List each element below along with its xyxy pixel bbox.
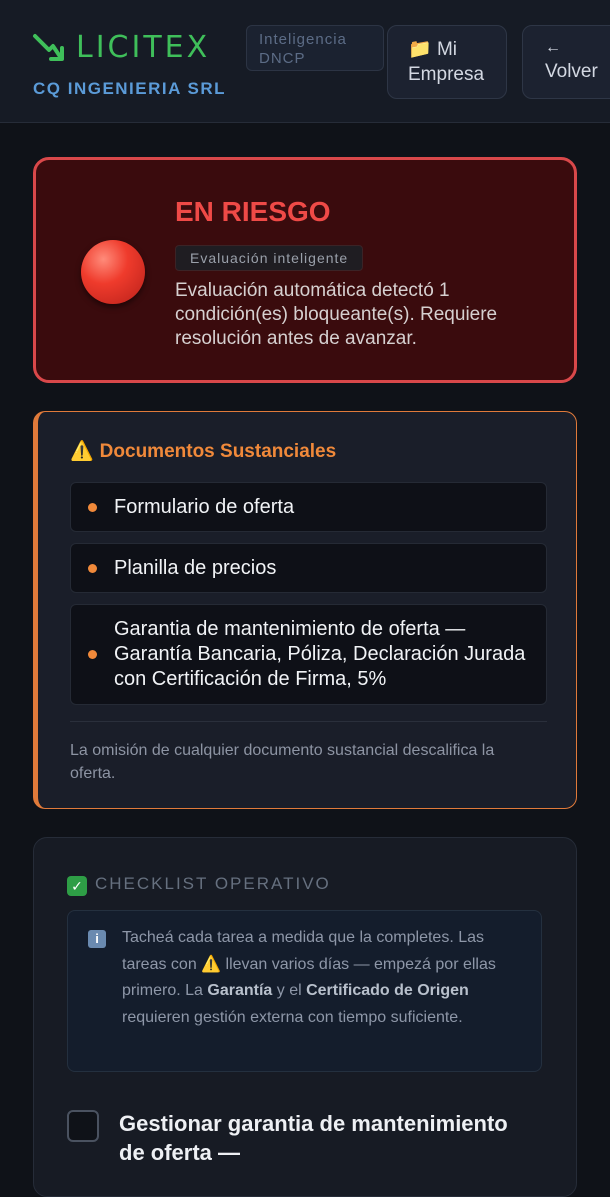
task-checkbox[interactable] bbox=[67, 1110, 99, 1142]
risk-description: Evaluación automática detectó 1 condició… bbox=[175, 280, 498, 349]
back-label: Volver bbox=[545, 61, 598, 82]
substantial-docs-card: ⚠️ Documentos Sustanciales Formulario de … bbox=[33, 411, 577, 809]
empresa-label-1: Mi bbox=[436, 39, 458, 60]
bullet-icon bbox=[88, 564, 97, 573]
app-header: LICITEX CQ INGENIERIA SRL Inteligencia D… bbox=[0, 0, 610, 123]
checklist-card: ✓ CHECKLIST OPERATIVO i Tacheá cada tarea… bbox=[33, 837, 577, 1197]
info-text-bold: Garantía bbox=[207, 982, 273, 999]
info-box: i Tacheá cada tarea a medida que la comp… bbox=[67, 910, 542, 1072]
red-circle-icon bbox=[81, 240, 145, 304]
risk-title: EN RIESGO bbox=[175, 196, 331, 227]
risk-status-card: EN RIESGO Evaluación inteligente Evaluac… bbox=[33, 157, 577, 383]
logo[interactable]: LICITEX bbox=[32, 30, 210, 65]
docs-title: ⚠️ Documentos Sustanciales bbox=[70, 439, 336, 463]
folder-icon: 📁 bbox=[408, 39, 432, 60]
warning-icon: ⚠️ bbox=[70, 441, 94, 462]
info-text-part: requieren gestión externa con tiempo suf… bbox=[122, 1008, 463, 1026]
company-name: CQ INGENIERIA SRL bbox=[33, 79, 226, 98]
warning-icon: ⚠️ bbox=[201, 955, 222, 973]
doc-item-text: Formulario de oferta bbox=[114, 496, 295, 518]
evaluation-badge: Evaluación inteligente bbox=[175, 245, 364, 271]
badge-line-1: Inteligencia bbox=[259, 31, 347, 48]
docs-title-text: Documentos Sustanciales bbox=[99, 441, 337, 462]
mi-empresa-button[interactable]: 📁 Mi Empresa bbox=[387, 25, 507, 99]
bullet-icon bbox=[88, 503, 97, 512]
info-text-part: y el bbox=[272, 982, 307, 999]
checklist-title-text: CHECKLIST OPERATIVO bbox=[95, 874, 331, 893]
task-label[interactable]: Gestionar garantia de mantenimiento de o… bbox=[119, 1109, 519, 1167]
docs-note: La omisión de cualquier documento sustan… bbox=[70, 742, 495, 782]
logo-text: LICITEX bbox=[76, 30, 211, 65]
intelligence-badge: Inteligencia DNCP bbox=[246, 25, 384, 71]
empresa-label-2: Empresa bbox=[408, 64, 485, 85]
info-icon: i bbox=[88, 930, 106, 948]
doc-item: Planilla de precios bbox=[70, 543, 547, 593]
info-text: Tacheá cada tarea a medida que la comple… bbox=[122, 925, 527, 1031]
doc-item: Garantia de mantenimiento de oferta — Ga… bbox=[70, 604, 547, 705]
doc-item: Formulario de oferta bbox=[70, 482, 547, 532]
badge-line-2: DNCP bbox=[259, 50, 306, 67]
check-mark-icon: ✓ bbox=[67, 876, 87, 896]
back-arrow-icon: ← bbox=[545, 39, 561, 56]
checklist-title: ✓ CHECKLIST OPERATIVO bbox=[67, 874, 331, 896]
back-button[interactable]: ← Volver bbox=[522, 25, 610, 99]
doc-item-text: Planilla de precios bbox=[114, 557, 277, 579]
divider bbox=[70, 721, 547, 722]
info-text-bold: Certificado de Origen bbox=[306, 982, 469, 999]
doc-item-text: Garantia de mantenimiento de oferta — Ga… bbox=[114, 618, 526, 690]
bullet-icon bbox=[88, 650, 97, 659]
trend-arrow-icon bbox=[33, 33, 64, 61]
